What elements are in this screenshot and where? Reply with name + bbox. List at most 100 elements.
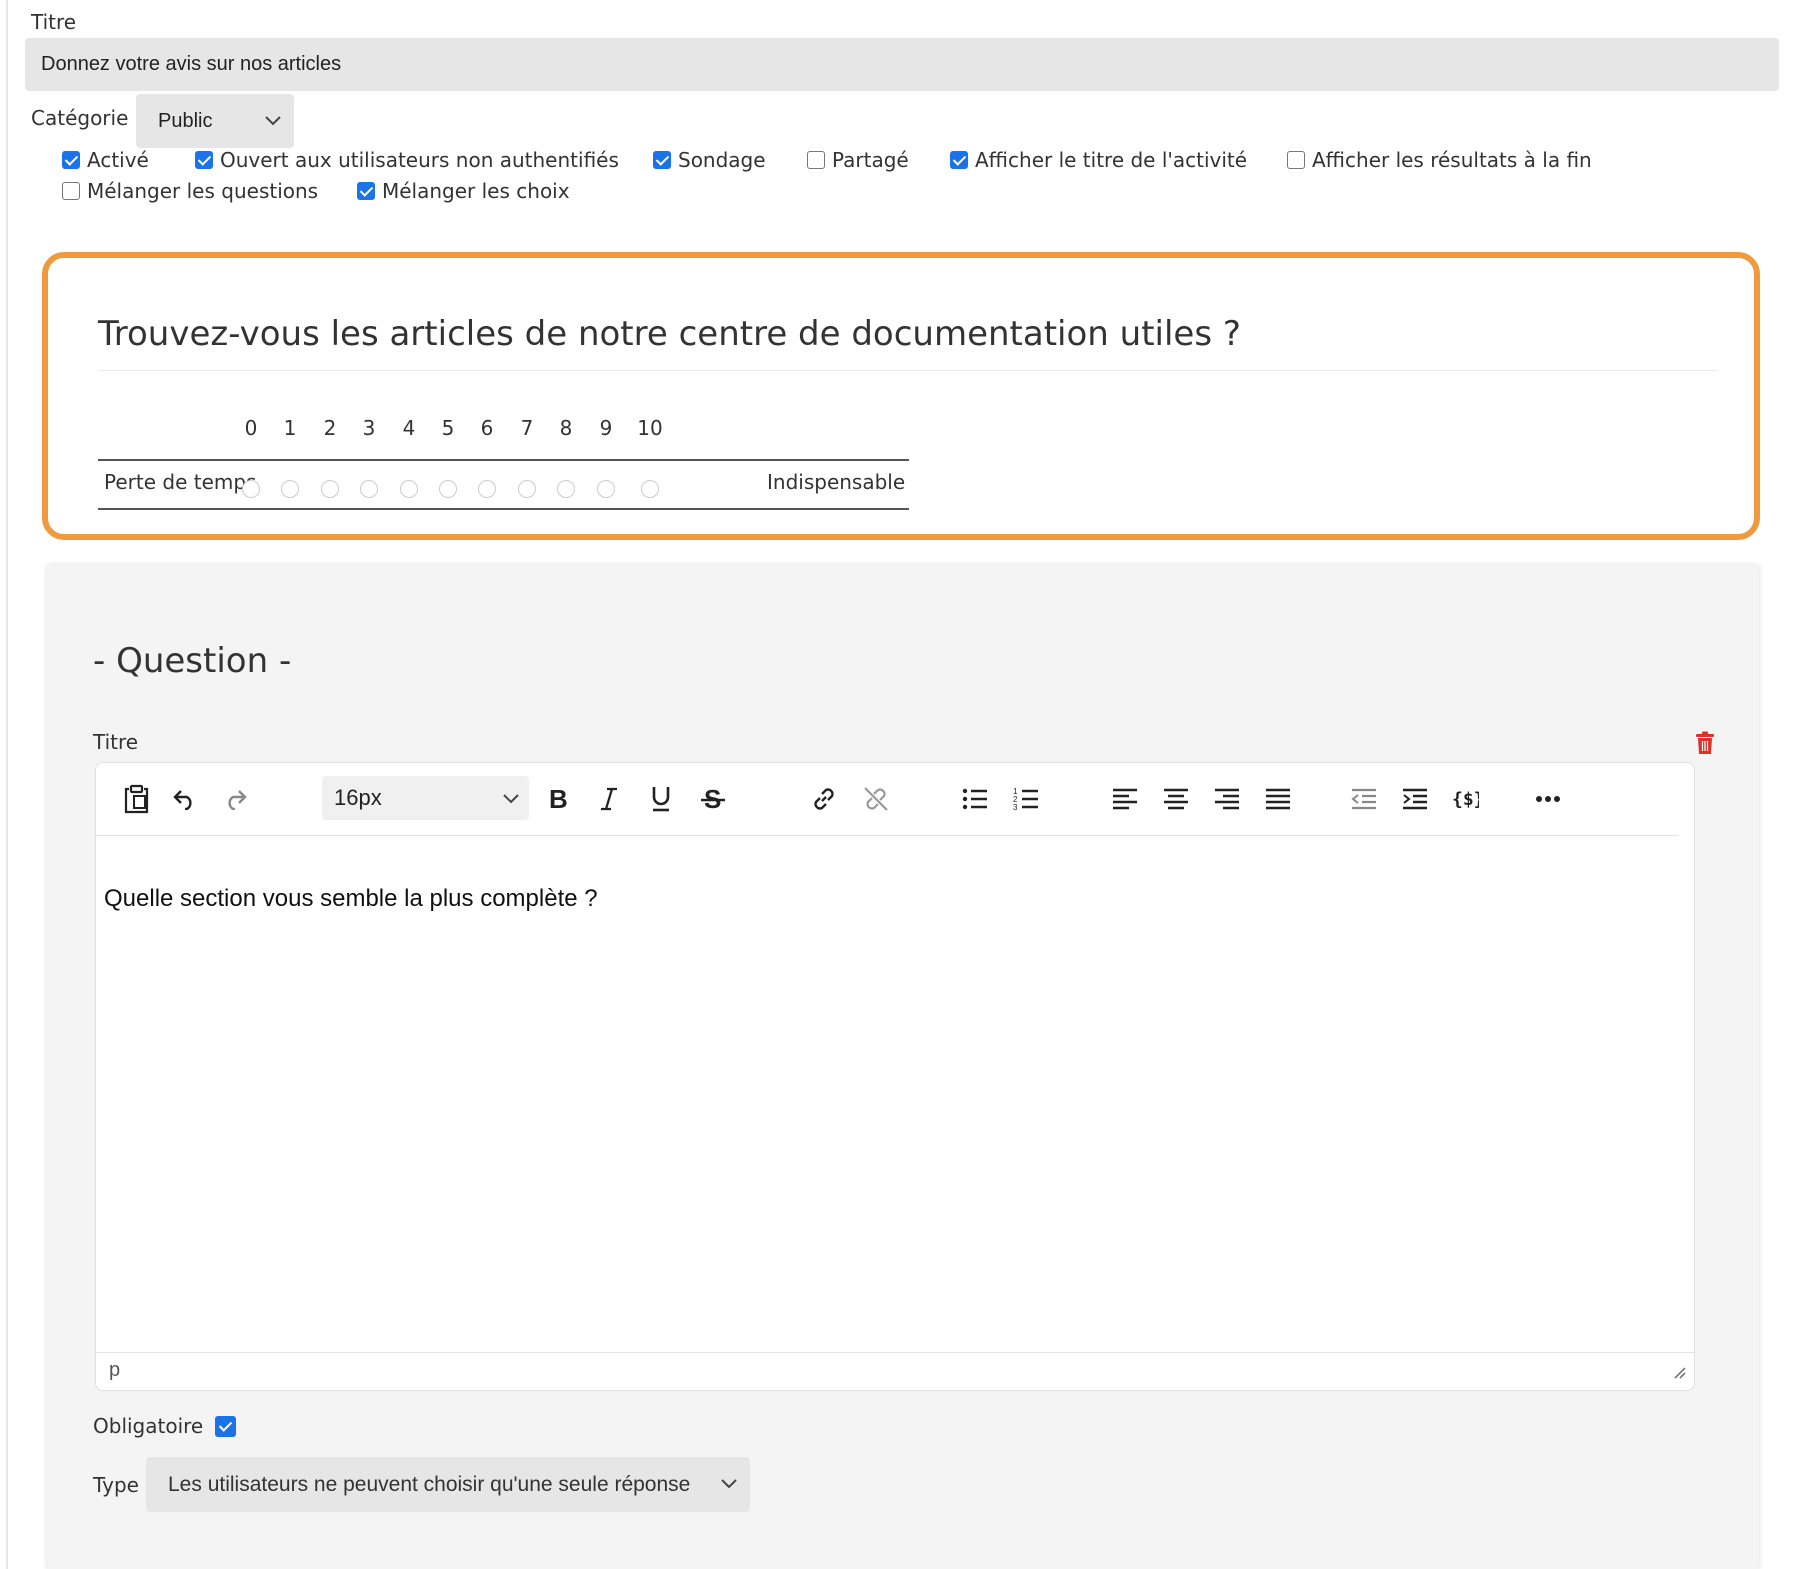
scale-number: 6 [480, 416, 494, 440]
scale-number: 9 [599, 416, 613, 440]
font-size-value: 16px [334, 785, 382, 810]
indent-icon[interactable] [1399, 783, 1431, 815]
underline-icon[interactable] [645, 783, 677, 815]
option-active[interactable]: Activé [62, 148, 149, 172]
option-show-results-end[interactable]: Afficher les résultats à la fin [1287, 148, 1592, 172]
scale-number: 5 [441, 416, 455, 440]
option-label: Activé [87, 148, 149, 172]
align-right-icon[interactable] [1211, 783, 1243, 815]
strikethrough-icon[interactable]: S [697, 783, 729, 815]
scale-radio[interactable] [321, 480, 339, 498]
scale-number: 7 [520, 416, 534, 440]
scale-number: 3 [362, 416, 376, 440]
type-select[interactable]: Les utilisateurs ne peuvent choisir qu'u… [146, 1457, 750, 1512]
option-shared[interactable]: Partagé [807, 148, 909, 172]
preview-question-title: Trouvez-vous les articles de notre centr… [98, 314, 1241, 354]
category-select[interactable]: Public [136, 94, 294, 148]
align-justify-icon[interactable] [1262, 783, 1294, 815]
editor-content[interactable]: Quelle section vous semble la plus compl… [104, 885, 598, 913]
numbered-list-icon[interactable]: 123 [1010, 783, 1042, 815]
chevron-down-icon [718, 1472, 740, 1500]
category-label: Catégorie [31, 106, 129, 130]
question-title-label: Titre [93, 730, 139, 754]
paste-icon[interactable] [121, 783, 153, 815]
option-open-unauthenticated[interactable]: Ouvert aux utilisateurs non authentifiés [195, 148, 619, 172]
title-input[interactable]: Donnez votre avis sur nos articles [25, 38, 1779, 91]
italic-icon[interactable] [593, 783, 625, 815]
option-show-activity-title[interactable]: Afficher le titre de l'activité [950, 148, 1247, 172]
divider [96, 835, 1679, 836]
chevron-down-icon [262, 109, 284, 137]
option-checkbox[interactable] [653, 151, 671, 169]
required-checkbox[interactable] [215, 1415, 237, 1437]
divider [98, 459, 909, 461]
element-path[interactable]: p [109, 1359, 120, 1382]
option-label: Mélanger les questions [87, 179, 319, 203]
option-label: Partagé [832, 148, 909, 172]
scale-min-label: Perte de temps [104, 470, 257, 494]
align-center-icon[interactable] [1160, 783, 1192, 815]
font-size-select[interactable]: 16px [322, 776, 529, 820]
scale-number: 0 [244, 416, 258, 440]
outdent-icon[interactable] [1348, 783, 1380, 815]
scale-radio[interactable] [478, 480, 496, 498]
option-checkbox[interactable] [807, 151, 825, 169]
option-label: Mélanger les choix [382, 179, 570, 203]
scale-radio[interactable] [400, 480, 418, 498]
undo-icon[interactable] [169, 783, 201, 815]
divider [98, 508, 909, 510]
scale-radio[interactable] [557, 480, 575, 498]
scale-radio[interactable] [641, 480, 659, 498]
svg-text:B: B [549, 786, 568, 812]
align-left-icon[interactable] [1109, 783, 1141, 815]
scale-number: 10 [637, 416, 663, 440]
unlink-icon[interactable] [860, 783, 892, 815]
option-survey[interactable]: Sondage [653, 148, 766, 172]
question-preview: Trouvez-vous les articles de notre centr… [42, 252, 1760, 540]
resize-handle-icon[interactable] [1672, 1365, 1686, 1384]
question-panel: - Question - Titre 16px B S 123 {$} [47, 565, 1759, 1569]
scale-radio[interactable] [597, 480, 615, 498]
scale-number: 2 [323, 416, 337, 440]
scale-number: 8 [559, 416, 573, 440]
option-shuffle-questions[interactable]: Mélanger les questions [62, 179, 318, 203]
scale-radio[interactable] [518, 480, 536, 498]
redo-icon[interactable] [219, 783, 251, 815]
scale-radio[interactable] [439, 480, 457, 498]
required-label: Obligatoire [93, 1414, 204, 1438]
scale-radio[interactable] [242, 480, 260, 498]
required-option[interactable]: Obligatoire [93, 1414, 243, 1438]
bold-icon[interactable]: B [542, 783, 574, 815]
option-checkbox[interactable] [195, 151, 213, 169]
scale-radio[interactable] [360, 480, 378, 498]
trash-icon[interactable] [1694, 731, 1716, 760]
option-checkbox[interactable] [62, 182, 80, 200]
option-label: Sondage [678, 148, 766, 172]
variable-icon[interactable]: {$} [1449, 783, 1481, 815]
type-label: Type [93, 1473, 139, 1497]
scale-number: 4 [402, 416, 416, 440]
scale-radio[interactable] [281, 480, 299, 498]
type-value: Les utilisateurs ne peuvent choisir qu'u… [168, 1472, 691, 1496]
option-label: Ouvert aux utilisateurs non authentifiés [220, 148, 619, 172]
option-checkbox[interactable] [950, 151, 968, 169]
editor-statusbar: p [96, 1352, 1694, 1390]
option-checkbox[interactable] [357, 182, 375, 200]
scale-max-label: Indispensable [767, 470, 906, 494]
svg-text:{$}: {$} [1452, 789, 1479, 810]
option-checkbox[interactable] [62, 151, 80, 169]
option-shuffle-choices[interactable]: Mélanger les choix [357, 179, 570, 203]
editor-toolbar: 16px B S 123 {$} [96, 763, 1694, 835]
option-checkbox[interactable] [1287, 151, 1305, 169]
link-icon[interactable] [808, 783, 840, 815]
chevron-down-icon [501, 788, 521, 814]
bullet-list-icon[interactable] [959, 783, 991, 815]
option-label: Afficher le titre de l'activité [975, 148, 1248, 172]
page-left-border [6, 0, 8, 1569]
more-icon[interactable] [1532, 783, 1564, 815]
scale-number: 1 [283, 416, 297, 440]
divider [98, 370, 1718, 371]
category-value: Public [158, 109, 213, 132]
title-label: Titre [31, 10, 77, 34]
option-label: Afficher les résultats à la fin [1312, 148, 1592, 172]
